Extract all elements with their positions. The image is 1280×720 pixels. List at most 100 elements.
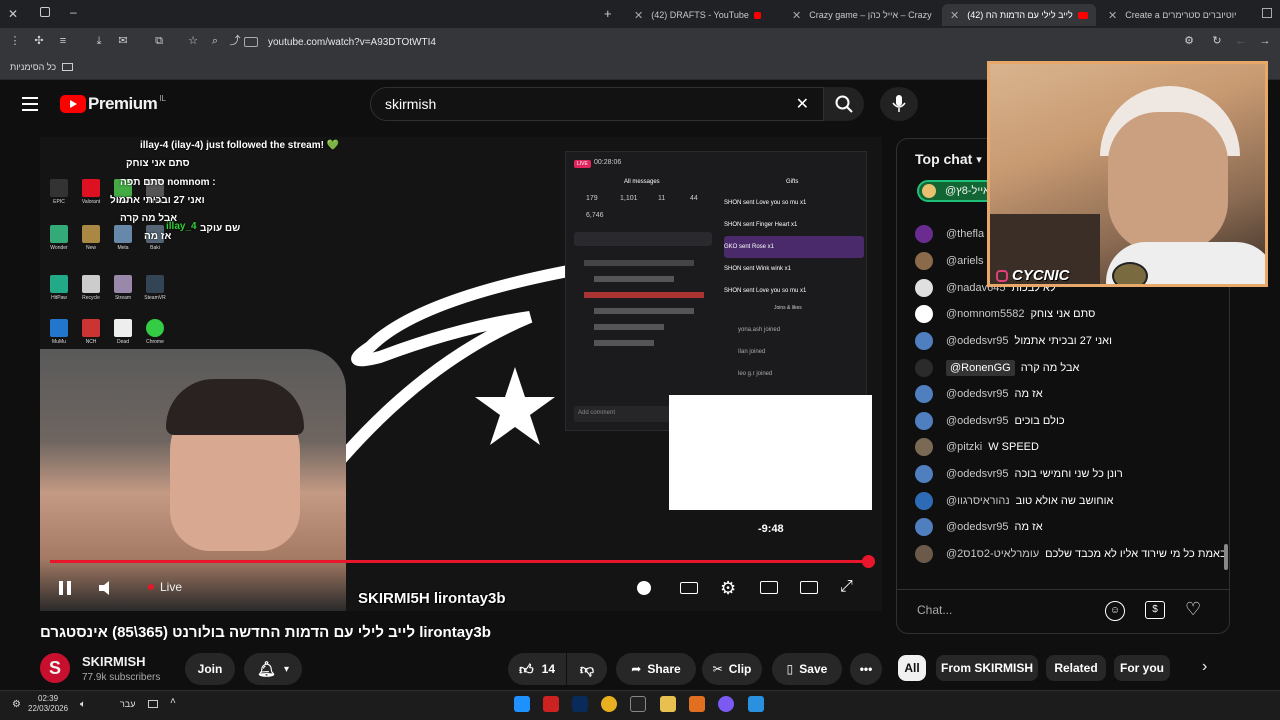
chat-input[interactable]: Chat... [917,597,1097,623]
avatar[interactable] [915,359,933,377]
notifications-button[interactable]: 🔔︎ ▾ [244,653,302,685]
password-icon[interactable]: ✉ [116,34,130,48]
chat-author[interactable]: @nomnom5582 [946,308,1024,320]
extensions-icon[interactable]: ✣ [32,34,46,48]
clip-button[interactable]: ✂ Clip [702,653,762,685]
chat-author[interactable]: @odedsvr95 [946,388,1009,400]
back-icon[interactable]: → [1258,34,1272,48]
avatar[interactable] [915,518,933,536]
chat-author[interactable]: @RonenGG [946,360,1015,376]
chat-message[interactable]: @ariels [915,250,989,272]
chat-author[interactable]: @odedsvr95 [946,415,1009,427]
search-input[interactable]: skirmish ✕ [370,87,824,121]
youtube-premium-logo[interactable]: Premium IL [60,94,166,114]
tab-crazy-game[interactable]: ✕ Crazy game – אייל כהן – Crazy g [784,4,934,26]
close-icon[interactable]: ✕ [950,9,959,22]
search-button[interactable] [824,87,864,121]
avatar[interactable] [915,465,933,483]
minimize-window-icon[interactable]: – [70,5,77,19]
chat-message[interactable]: @odedsvr95 אז מה [915,383,1043,405]
chat-message[interactable]: @odedsvr95 ואני 27 ובכיתי אתמול [915,330,1112,352]
file-explorer-icon[interactable] [660,696,676,712]
dislike-button[interactable]: 👎︎ [567,653,607,685]
language-indicator[interactable]: עבר [120,699,135,709]
subtitles-icon[interactable] [680,582,698,594]
avatar[interactable] [915,252,933,270]
site-info-icon[interactable] [244,37,258,47]
new-tab-icon[interactable]: + [604,6,612,21]
avatar[interactable] [915,225,933,243]
zoom-icon[interactable]: ⌕ [208,34,222,48]
chevron-right-icon[interactable]: › [1202,658,1207,676]
chat-author[interactable]: @odedsvr95 [946,468,1009,480]
share-button[interactable]: ➦ Share [616,653,696,685]
chat-author[interactable]: @thefla [946,228,984,240]
autoplay-toggle[interactable] [637,581,651,595]
chat-author[interactable]: @pitzki [946,441,982,453]
chat-message[interactable]: @odedsvr95 רונן כל שני וחמישי בוכה [915,463,1123,485]
hamburger-menu-icon[interactable] [22,97,38,111]
address-bar[interactable]: youtube.com/watch?v=A93DTOtWTI4 [244,33,1204,51]
chrome-icon[interactable] [601,696,617,712]
pause-button[interactable] [58,580,72,596]
chip-for-you[interactable]: For you [1114,655,1170,681]
restore-window-icon[interactable] [40,7,50,17]
tab-search-icon[interactable] [1262,8,1272,18]
settings-gear-icon[interactable]: ⚙ [720,578,736,599]
progress-track[interactable] [50,560,872,563]
cast-icon[interactable] [800,581,818,594]
tab-live-stream[interactable]: ✕ (42) לייב לילי עם הדמות הח [942,4,1096,26]
chat-message[interactable]: @nomnom5582 סתם אני צוחק [915,303,1095,325]
tab-create[interactable]: ✕ Create a יוטיוברים סטרימרים [1100,4,1250,26]
chip-all[interactable]: All [898,655,926,681]
clock[interactable]: 02:39 22/03/2026 [28,694,68,714]
chip-related[interactable]: Related [1046,655,1106,681]
avatar[interactable] [915,332,933,350]
top-chat-dropdown[interactable]: Top chat ▾ [915,151,982,167]
all-bookmarks-button[interactable]: כל הסימניות [10,62,74,72]
tune-icon[interactable]: ⚙ [1182,34,1196,48]
video-player[interactable]: EPIC Valorant Tube TikTok Wonder New Met… [40,137,882,611]
close-icon[interactable]: ✕ [792,9,801,22]
progress-scrubber[interactable] [862,555,875,568]
live-indicator[interactable]: Live [148,580,182,594]
join-button[interactable]: Join [185,653,235,685]
chat-message[interactable]: @RonenGG אבל מה קרה [915,357,1079,379]
chip-from-skirmish[interactable]: From SKIRMISH [936,655,1038,681]
save-button[interactable]: ▯ Save [772,653,842,685]
reading-list-icon[interactable]: ≡ [56,34,70,48]
avatar[interactable] [915,412,933,430]
voice-search-button[interactable] [880,87,918,121]
chat-author[interactable]: @odedsvr95 [946,521,1009,533]
chat-message[interactable]: @pitzki W SPEED [915,436,1039,458]
download-icon[interactable]: ⤓ [92,34,106,48]
start-windows-icon[interactable] [748,696,764,712]
fullscreen-icon[interactable]: ⤢ [840,578,853,596]
chat-author[interactable]: @odedsvr95 [946,335,1009,347]
star-icon[interactable]: ☆ [186,34,200,48]
close-icon[interactable]: ✕ [634,9,643,22]
photoshop-icon[interactable] [572,696,588,712]
forward-icon[interactable]: ← [1234,34,1248,48]
emoji-icon[interactable]: ☺ [1105,601,1125,621]
avatar[interactable] [915,438,933,456]
chat-message[interactable]: @odedsvr95 אז מה [915,516,1043,538]
channel-name[interactable]: SKIRMISH [82,654,146,669]
avatar[interactable] [915,305,933,323]
taskbar-app-icon[interactable] [543,696,559,712]
miniplayer-icon[interactable] [760,581,778,594]
reload-icon[interactable]: ↻ [1210,34,1224,48]
chat-message[interactable]: @נהוראיסרגוו אוחושב שה אולא טוב [915,490,1113,512]
chat-message[interactable]: @עומרלאיט-2ס1ס2 באמת כל מי שירוד אליו לא … [915,543,1227,565]
channel-avatar[interactable]: S [40,653,70,683]
share-page-icon[interactable]: ⤴ [228,34,242,48]
volume-button[interactable] [98,580,116,596]
close-window-icon[interactable]: ✕ [8,7,18,21]
menu-dots-icon[interactable]: ⋮ [8,34,22,48]
chevron-up-icon[interactable]: ˄ [170,696,176,707]
avatar[interactable] [915,545,933,563]
chat-author[interactable]: @עומרלאיט-2ס1ס2 [946,548,1039,560]
close-icon[interactable]: ✕ [1108,9,1117,22]
more-actions-button[interactable]: ••• [850,653,882,685]
speaker-icon[interactable]: 🔈︎ [80,699,86,710]
